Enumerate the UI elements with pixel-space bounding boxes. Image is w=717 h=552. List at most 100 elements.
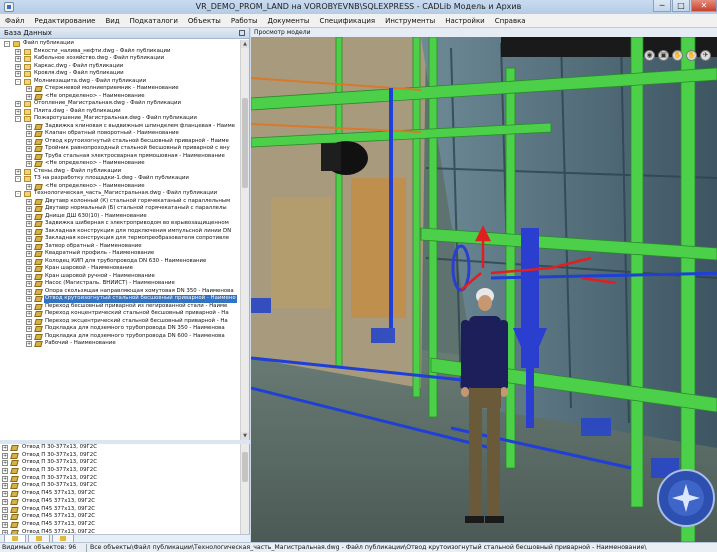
expand-icon[interactable]: +: [26, 266, 32, 272]
tree-node[interactable]: + Колодец КИП для трубопровода DN 630 - Н…: [0, 258, 240, 266]
list-item[interactable]: + Отвод П45 377х13, 09Г2С: [0, 506, 240, 514]
expand-icon[interactable]: +: [2, 452, 8, 459]
expand-icon[interactable]: +: [2, 506, 8, 513]
collapse-icon[interactable]: -: [15, 191, 21, 197]
tree-node[interactable]: + Квадратный профиль - Наименование: [0, 250, 240, 258]
menu-item[interactable]: Подкаталоги: [125, 14, 183, 28]
hand-icon[interactable]: ✋: [686, 50, 697, 61]
tree-node[interactable]: + Рабочий - Наименование: [0, 340, 240, 348]
list-item[interactable]: + Отвод П 30-377х13, 09Г2С: [0, 459, 240, 467]
tree-node[interactable]: + Задвижка шиберная с электроприводом во …: [0, 220, 240, 228]
database-tree[interactable]: - Файл публикации + Емкости_налива_нефти.dw…: [0, 40, 240, 440]
minimize-button[interactable]: ─: [653, 0, 671, 12]
scroll-down-icon[interactable]: ▼: [241, 432, 249, 440]
expand-icon[interactable]: +: [26, 161, 32, 167]
tree-node[interactable]: + Переход эксцентрический стальной бесшов…: [0, 318, 240, 326]
tree-node[interactable]: + Труба стальная электросварная прямошовн…: [0, 153, 240, 161]
menu-item[interactable]: Настройки: [440, 14, 490, 28]
list-item[interactable]: + Отвод П45 377х13, 09Г2С: [0, 521, 240, 529]
scroll-thumb[interactable]: [242, 98, 248, 188]
tree-node[interactable]: + <Не определено> - Наименование: [0, 93, 240, 101]
expand-icon[interactable]: +: [2, 475, 8, 482]
expand-icon[interactable]: +: [26, 281, 32, 287]
tree-node[interactable]: + Каркас.dwg - Файл публикации: [0, 63, 240, 71]
tree-node[interactable]: + Задвижка клиновая с выдвижным шпинделем…: [0, 123, 240, 131]
walk-icon[interactable]: ✋: [672, 50, 683, 61]
expand-icon[interactable]: +: [26, 153, 32, 160]
close-button[interactable]: ✕: [691, 0, 717, 12]
expand-icon[interactable]: +: [26, 213, 32, 220]
collapse-icon[interactable]: -: [15, 176, 21, 182]
expand-icon[interactable]: +: [15, 71, 21, 77]
expand-icon[interactable]: +: [26, 303, 32, 310]
expand-icon[interactable]: +: [26, 258, 32, 265]
expand-icon[interactable]: +: [2, 445, 8, 451]
expand-icon[interactable]: +: [26, 326, 32, 332]
list-item[interactable]: + Отвод П 30-377х13, 09Г2С: [0, 467, 240, 475]
tree-node[interactable]: + Кабельное хозяйство.dwg - Файл публикац…: [0, 55, 240, 63]
expand-icon[interactable]: +: [26, 221, 32, 227]
list-item[interactable]: + Отвод П45 377х13, 09Г2С: [0, 498, 240, 506]
menu-item[interactable]: Документы: [263, 14, 315, 28]
expand-icon[interactable]: +: [26, 251, 32, 257]
tree-node[interactable]: - Молниезащита.dwg - Файл публикации: [0, 78, 240, 86]
tree-node[interactable]: + Затвор обратный - Наименование: [0, 243, 240, 251]
expand-icon[interactable]: +: [26, 296, 32, 302]
tree-node[interactable]: + Насос (Магистраль. ВНИИСТ) - Наименован…: [0, 280, 240, 288]
tree-node[interactable]: - Файл публикации: [0, 40, 240, 48]
expand-icon[interactable]: +: [26, 123, 32, 130]
tree-node[interactable]: + Отопление_Магистральная.dwg - Файл публ…: [0, 100, 240, 108]
tree-scrollbar[interactable]: ▲ ▼: [240, 40, 249, 440]
tree-node[interactable]: + Опора скользящая направляющая хомутовая…: [0, 288, 240, 296]
expand-icon[interactable]: +: [26, 183, 32, 190]
tree-node[interactable]: + Тройник равнопроходный стальной бесшовн…: [0, 145, 240, 153]
menu-item[interactable]: Редактирование: [29, 14, 100, 28]
expand-icon[interactable]: +: [26, 311, 32, 317]
expand-icon[interactable]: +: [15, 108, 21, 115]
tree-node[interactable]: - Технологическая_часть_Магистральная.dwg…: [0, 190, 240, 198]
menu-item[interactable]: Объекты: [183, 14, 226, 28]
expand-icon[interactable]: +: [15, 56, 21, 62]
menu-item[interactable]: Работы: [226, 14, 263, 28]
expand-icon[interactable]: +: [26, 236, 32, 242]
expand-icon[interactable]: +: [26, 318, 32, 325]
tree-node[interactable]: + Кран шаровой ручной - Наименование: [0, 273, 240, 281]
tree-node[interactable]: + Отвод крутоизогнутый стальной бесшовный…: [0, 138, 240, 146]
model-scene[interactable]: [251, 28, 717, 542]
list-item[interactable]: + Отвод П45 377х13, 09Г2С: [0, 490, 240, 498]
list-item[interactable]: + Отвод П 30-377х13, 09Г2С: [0, 444, 240, 452]
expand-icon[interactable]: +: [2, 460, 8, 467]
tree-node[interactable]: + Плита.dwg - Файл публикации: [0, 108, 240, 116]
eye-icon[interactable]: ◉: [644, 50, 655, 61]
camera-icon[interactable]: ▣: [658, 50, 669, 61]
expand-icon[interactable]: +: [15, 168, 21, 175]
navigation-compass[interactable]: [657, 469, 715, 527]
tree-node[interactable]: + Закладная конструкция для термопреобраз…: [0, 235, 240, 243]
expand-icon[interactable]: +: [2, 468, 8, 475]
tree-node[interactable]: + Стержневой молниеприемник - Наименовани…: [0, 85, 240, 93]
tree-node[interactable]: + Подкладка для подземного трубопровода D…: [0, 325, 240, 333]
expand-icon[interactable]: +: [26, 243, 32, 250]
expand-icon[interactable]: +: [26, 333, 32, 340]
expand-icon[interactable]: +: [2, 514, 8, 521]
tree-node[interactable]: - Пожаротушение_Магистральная.dwg - Файл …: [0, 115, 240, 123]
expand-icon[interactable]: +: [26, 138, 32, 145]
expand-icon[interactable]: +: [26, 131, 32, 137]
object-list[interactable]: + Отвод П 30-377х13, 09Г2С + Отвод П 30-377…: [0, 444, 240, 534]
expand-icon[interactable]: +: [26, 206, 32, 212]
maximize-button[interactable]: □: [672, 0, 690, 12]
expand-icon[interactable]: +: [2, 498, 8, 505]
tree-node[interactable]: + <Не определено> - Наименование: [0, 160, 240, 168]
tree-node[interactable]: + Закладная конструкция для подключения и…: [0, 228, 240, 236]
list-item[interactable]: + Отвод П 30-377х13, 09Г2С: [0, 452, 240, 460]
menu-item[interactable]: Файл: [0, 14, 29, 28]
expand-icon[interactable]: +: [15, 63, 21, 70]
tree-node[interactable]: + Кровля.dwg - Файл публикации: [0, 70, 240, 78]
menu-item[interactable]: Спецификация: [314, 14, 380, 28]
collapse-icon[interactable]: -: [4, 41, 10, 47]
tree-node[interactable]: - ТЗ на разработку площадки-1.dwg - Файл …: [0, 175, 240, 183]
tree-node[interactable]: + Подкладка для подземного трубопровода D…: [0, 333, 240, 341]
tree-node[interactable]: + Переход концентрический стальной бесшов…: [0, 310, 240, 318]
expand-icon[interactable]: +: [26, 146, 32, 152]
tree-node[interactable]: + Емкости_налива_нефти.dwg - Файл публика…: [0, 48, 240, 56]
